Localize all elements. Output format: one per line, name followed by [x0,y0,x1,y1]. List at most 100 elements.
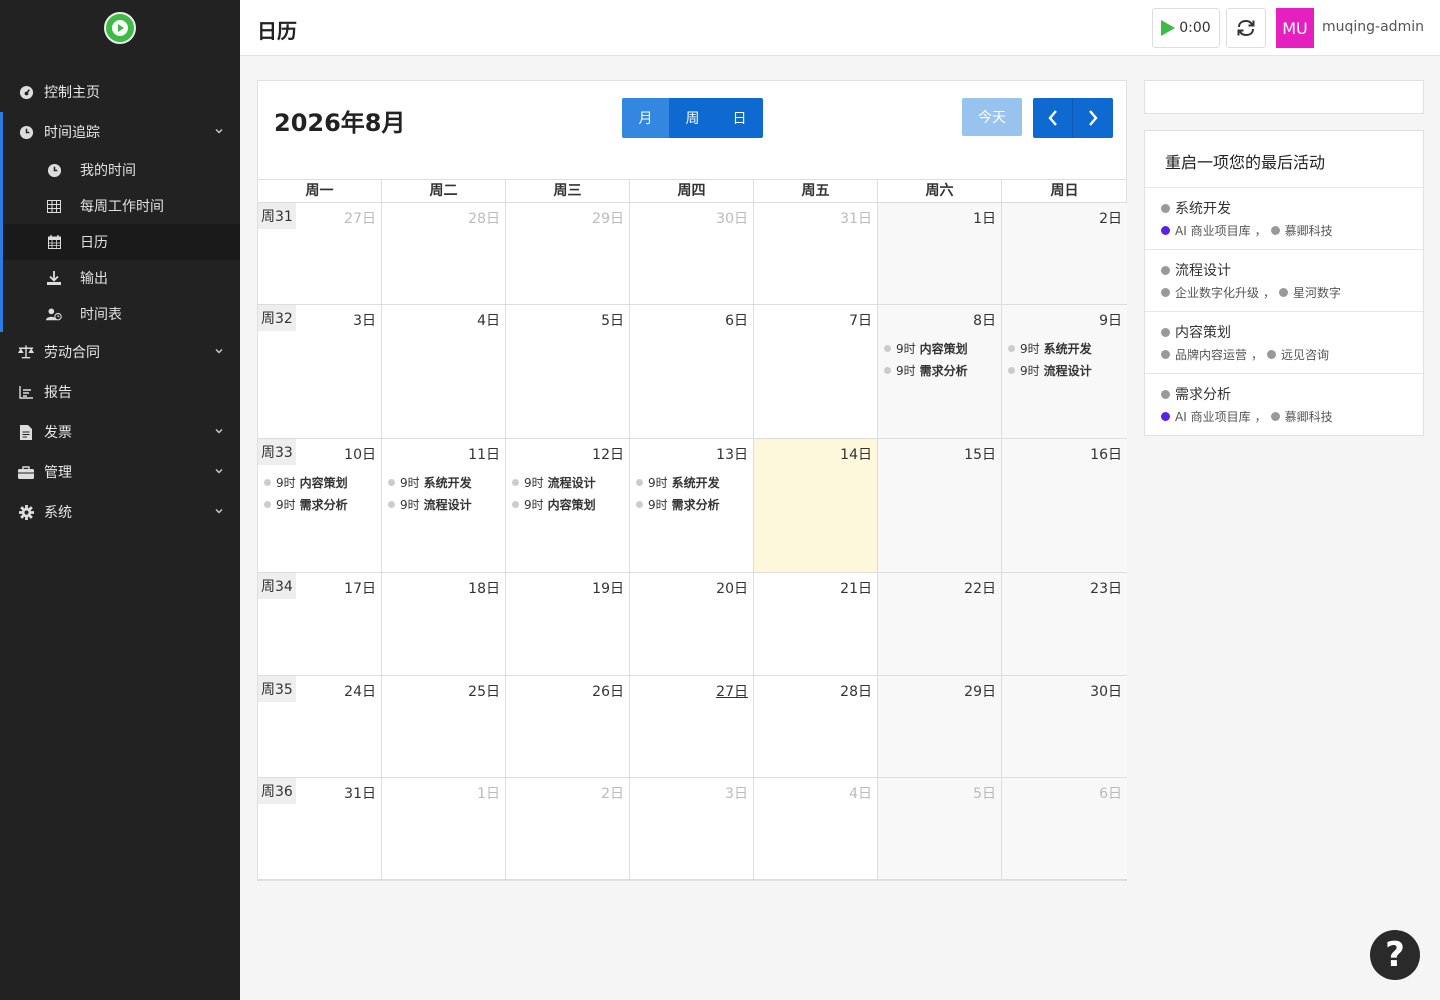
day-number[interactable]: 31日 [344,783,376,803]
day-number[interactable]: 13日 [716,444,748,464]
week-number[interactable]: 周36 [258,778,296,804]
day-number[interactable]: 21日 [840,578,872,598]
day-number[interactable]: 20日 [716,578,748,598]
view-week-button[interactable]: 周 [669,98,716,138]
calendar-event[interactable]: 9时 需求分析 [264,493,379,515]
day-number[interactable]: 2日 [601,783,624,803]
day-number[interactable]: 29日 [592,208,624,228]
day-number[interactable]: 25日 [468,681,500,701]
calendar-event[interactable]: 9时 需求分析 [884,359,999,381]
day-cell[interactable]: 12日 9时 流程设计 9时 内容策划 [506,439,630,572]
calendar-event[interactable]: 9时 需求分析 [636,493,751,515]
day-number[interactable]: 6日 [725,310,748,330]
day-number[interactable]: 19日 [592,578,624,598]
day-cell[interactable]: 5日 [878,778,1002,879]
day-number[interactable]: 30日 [716,208,748,228]
sidebar-item-reports[interactable]: 报告 [0,372,240,412]
day-number[interactable]: 23日 [1090,578,1122,598]
sidebar-subitem-export[interactable]: 输出 [3,260,240,296]
day-cell[interactable]: 周33 10日 9时 内容策划 9时 需求分析 [258,439,382,572]
avatar[interactable]: MU [1276,8,1314,48]
calendar-event[interactable]: 9时 内容策划 [264,471,379,493]
day-cell[interactable]: 周34 17日 [258,573,382,675]
day-cell[interactable]: 1日 [382,778,506,879]
recent-activity-item[interactable]: 内容策划 品牌内容运营， 远见咨询 [1145,312,1423,374]
day-cell[interactable]: 29日 [506,203,630,304]
day-number[interactable]: 12日 [592,444,624,464]
day-cell[interactable]: 27日 [630,676,754,777]
day-number[interactable]: 28日 [840,681,872,701]
day-number[interactable]: 11日 [468,444,500,464]
day-number[interactable]: 3日 [353,310,376,330]
day-number[interactable]: 31日 [840,208,872,228]
sidebar-item-time-tracking[interactable]: 时间追踪 [3,112,240,152]
day-cell[interactable]: 周35 24日 [258,676,382,777]
day-number[interactable]: 26日 [592,681,624,701]
calendar-event[interactable]: 9时 内容策划 [512,493,627,515]
calendar-event[interactable]: 9时 流程设计 [388,493,503,515]
day-number[interactable]: 22日 [964,578,996,598]
day-cell[interactable]: 19日 [506,573,630,675]
day-number[interactable]: 24日 [344,681,376,701]
help-button[interactable]: ? [1370,930,1420,980]
day-number[interactable]: 4日 [477,310,500,330]
day-number[interactable]: 27日 [716,681,748,701]
day-cell[interactable]: 20日 [630,573,754,675]
day-cell[interactable]: 13日 9时 系统开发 9时 需求分析 [630,439,754,572]
day-number[interactable]: 5日 [601,310,624,330]
day-cell[interactable]: 29日 [878,676,1002,777]
day-cell[interactable]: 26日 [506,676,630,777]
day-cell[interactable]: 4日 [382,305,506,438]
day-cell[interactable]: 18日 [382,573,506,675]
day-number[interactable]: 16日 [1090,444,1122,464]
day-number[interactable]: 27日 [344,208,376,228]
sidebar-item-dashboard[interactable]: 控制主页 [0,72,240,112]
day-cell[interactable]: 2日 [1002,203,1127,304]
calendar-event[interactable]: 9时 内容策划 [884,337,999,359]
day-cell[interactable]: 5日 [506,305,630,438]
week-number[interactable]: 周31 [258,203,296,229]
day-cell[interactable]: 15日 [878,439,1002,572]
day-number[interactable]: 2日 [1099,208,1122,228]
calendar-event[interactable]: 9时 流程设计 [1008,359,1125,381]
week-number[interactable]: 周35 [258,676,296,702]
day-cell[interactable]: 周36 31日 [258,778,382,879]
day-cell[interactable]: 23日 [1002,573,1127,675]
recent-activity-item[interactable]: 流程设计 企业数字化升级， 星河数字 [1145,250,1423,312]
sidebar-subitem-calendar[interactable]: 日历 [3,224,240,260]
day-number[interactable]: 10日 [344,444,376,464]
day-cell[interactable]: 6日 [1002,778,1127,879]
day-cell[interactable]: 6日 [630,305,754,438]
day-cell[interactable]: 2日 [506,778,630,879]
day-number[interactable]: 1日 [973,208,996,228]
day-number[interactable]: 5日 [973,783,996,803]
day-number[interactable]: 3日 [725,783,748,803]
day-cell[interactable]: 3日 [630,778,754,879]
sidebar-item-admin[interactable]: 管理 [0,452,240,492]
day-cell[interactable]: 28日 [754,676,878,777]
start-timer-button[interactable]: 0:00 [1152,8,1220,48]
week-number[interactable]: 周32 [258,305,296,331]
sidebar-item-system[interactable]: 系统 [0,492,240,532]
username[interactable]: muqing-admin [1322,19,1424,35]
day-number[interactable]: 7日 [849,310,872,330]
recent-activity-item[interactable]: 系统开发 AI 商业项目库， 慕卿科技 [1145,188,1423,250]
day-cell[interactable]: 周31 27日 [258,203,382,304]
week-number[interactable]: 周34 [258,573,296,599]
day-cell[interactable]: 21日 [754,573,878,675]
day-number[interactable]: 29日 [964,681,996,701]
calendar-event[interactable]: 9时 系统开发 [636,471,751,493]
today-button[interactable]: 今天 [962,98,1022,136]
view-day-button[interactable]: 日 [716,98,763,138]
calendar-event[interactable]: 9时 系统开发 [1008,337,1125,359]
calendar-event[interactable]: 9时 系统开发 [388,471,503,493]
day-cell[interactable]: 30日 [1002,676,1127,777]
day-number[interactable]: 1日 [477,783,500,803]
prev-month-button[interactable] [1033,98,1073,138]
calendar-event[interactable]: 9时 流程设计 [512,471,627,493]
day-number[interactable]: 18日 [468,578,500,598]
day-number[interactable]: 9日 [1099,310,1122,330]
sidebar-subitem-timesheet[interactable]: 时间表 [3,296,240,332]
view-month-button[interactable]: 月 [622,98,669,138]
day-cell[interactable]: 8日 9时 内容策划 9时 需求分析 [878,305,1002,438]
